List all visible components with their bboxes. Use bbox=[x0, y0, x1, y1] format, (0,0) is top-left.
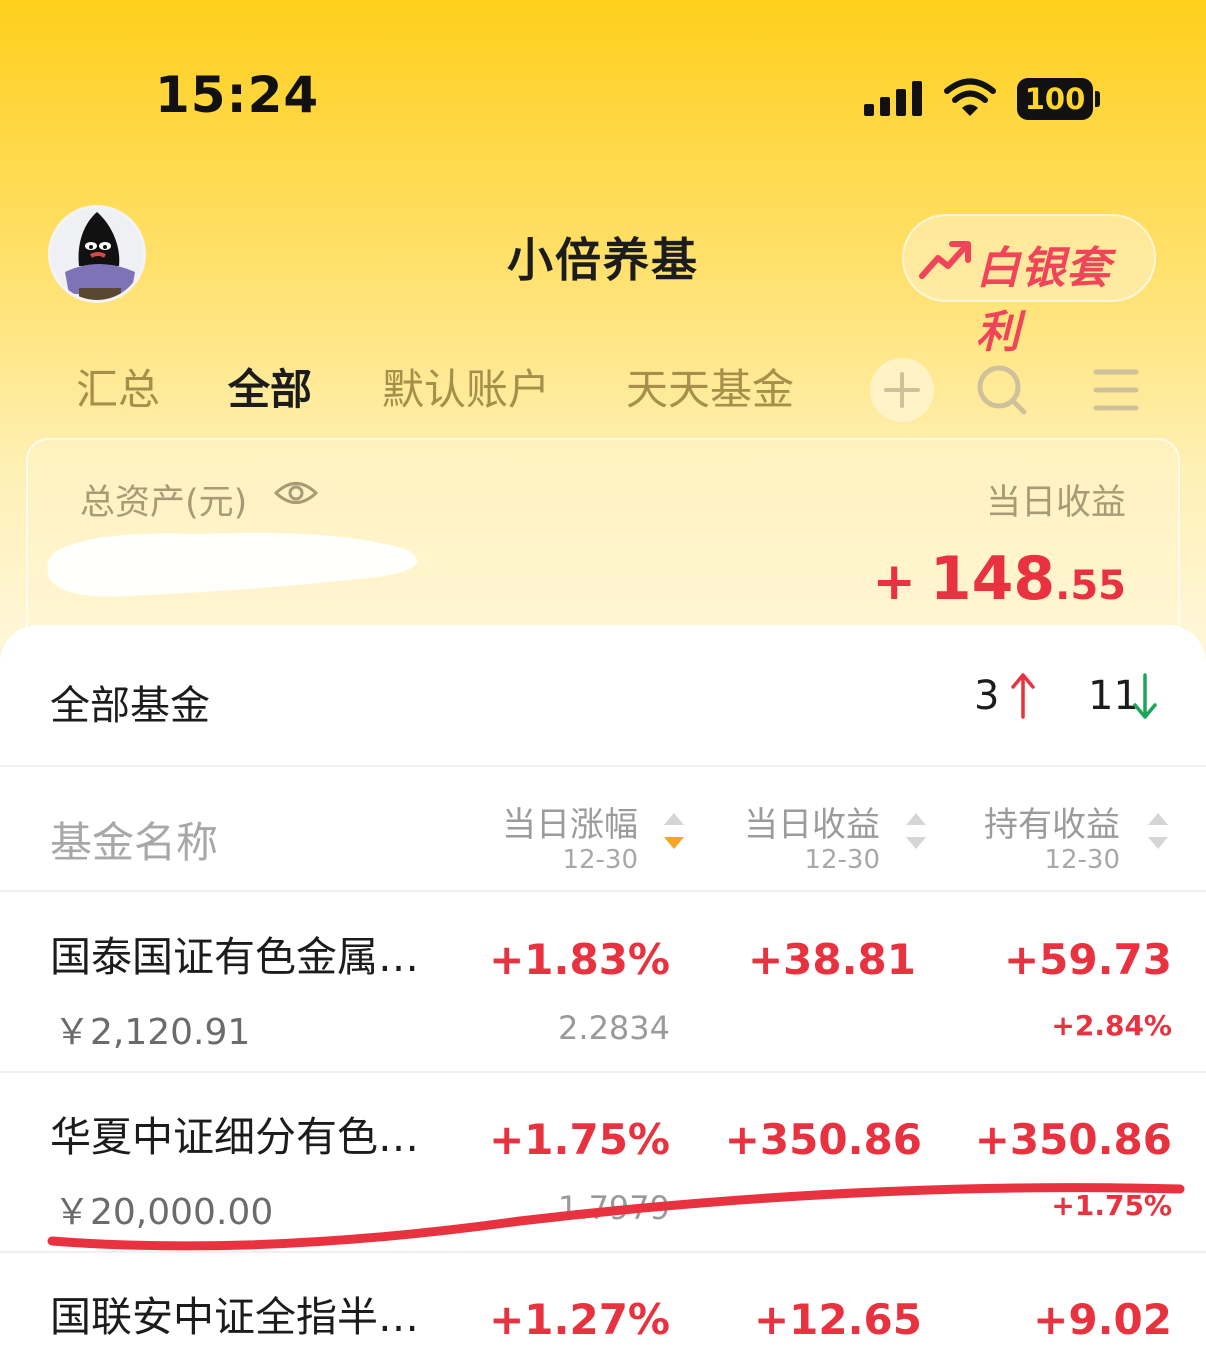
tab-summary[interactable]: 汇总 bbox=[76, 360, 160, 420]
red-underline-annotation bbox=[47, 1183, 1185, 1251]
status-bar: 15:24 100 bbox=[0, 0, 1206, 190]
arrow-up-icon bbox=[1011, 673, 1035, 719]
up-count: 3 bbox=[974, 673, 1000, 719]
menu-icon[interactable] bbox=[1092, 366, 1140, 414]
column-daily-change[interactable]: 当日涨幅 bbox=[470, 797, 638, 846]
tab-all[interactable]: 全部 bbox=[228, 360, 312, 420]
column-holding-profit[interactable]: 持有收益 bbox=[952, 797, 1120, 846]
fund-name: 国联安中证全指半… bbox=[50, 1293, 419, 1341]
daily-change: +1.27% bbox=[489, 1295, 670, 1344]
sort-icon-active[interactable] bbox=[662, 811, 686, 851]
column-holding-profit-date: 12-30 bbox=[1044, 845, 1120, 875]
fund-nav: 2.2834 bbox=[558, 1009, 670, 1047]
redaction-mark bbox=[47, 532, 417, 597]
holding-profit: +350.86 bbox=[974, 1115, 1172, 1164]
column-fund-name: 基金名称 bbox=[50, 818, 219, 867]
fund-name: 国泰国证有色金属… bbox=[50, 933, 419, 981]
battery-tip bbox=[1095, 91, 1100, 107]
wifi-icon bbox=[944, 78, 996, 116]
fund-name: 华夏中证细分有色… bbox=[50, 1113, 419, 1161]
status-time: 15:24 bbox=[155, 66, 320, 124]
daily-change: +1.75% bbox=[489, 1115, 670, 1164]
tab-tiantian-fund[interactable]: 天天基金 bbox=[626, 360, 794, 420]
divider bbox=[0, 890, 1206, 892]
daily-profit: +38.81 bbox=[747, 935, 916, 984]
plus-icon bbox=[884, 372, 920, 408]
tab-default-account[interactable]: 默认账户 bbox=[382, 360, 550, 420]
holding-profit: +59.73 bbox=[1003, 935, 1172, 984]
search-icon[interactable] bbox=[974, 362, 1030, 418]
arrow-down-icon bbox=[1133, 673, 1157, 719]
add-account-button[interactable] bbox=[870, 358, 934, 422]
holding-rate: +2.84% bbox=[1051, 1009, 1172, 1042]
divider bbox=[0, 765, 1206, 767]
sort-icon[interactable] bbox=[1146, 811, 1170, 851]
sort-icon[interactable] bbox=[904, 811, 928, 851]
fund-list-title: 全部基金 bbox=[50, 683, 210, 729]
divider bbox=[0, 1071, 1206, 1073]
trend-up-icon bbox=[919, 241, 971, 279]
daily-change: +1.83% bbox=[489, 935, 670, 984]
fund-list-panel: 全部基金 3 11 基金名称 当日涨幅 12-30 当日收益 12-30 持有收… bbox=[0, 625, 1206, 1365]
daily-profit: +12.65 bbox=[753, 1295, 922, 1344]
promo-label: 白银套利 bbox=[976, 243, 1111, 358]
daily-profit-label: 当日收益 bbox=[985, 483, 1126, 523]
total-assets-label: 总资产(元) bbox=[80, 483, 248, 523]
column-daily-change-date: 12-30 bbox=[562, 845, 638, 875]
daily-profit: +350.86 bbox=[724, 1115, 922, 1164]
holding-rate: +1.75% bbox=[1051, 1189, 1172, 1222]
silver-arbitrage-button[interactable]: 白银套利 bbox=[902, 214, 1156, 358]
fund-amount: ￥20,000.00 bbox=[54, 1192, 274, 1233]
battery-icon: 100 bbox=[1017, 78, 1101, 120]
daily-profit-value: +148.55 bbox=[872, 544, 1126, 614]
fund-nav: 1.7979 bbox=[558, 1189, 670, 1227]
eye-icon[interactable] bbox=[274, 478, 318, 508]
divider bbox=[0, 1251, 1206, 1253]
holding-profit: +9.02 bbox=[1033, 1295, 1172, 1344]
column-daily-profit-date: 12-30 bbox=[804, 845, 880, 875]
column-daily-profit[interactable]: 当日收益 bbox=[712, 797, 880, 846]
profit-dec: .55 bbox=[1055, 563, 1126, 609]
profit-sign: + bbox=[872, 552, 916, 612]
signal-icon bbox=[864, 81, 922, 116]
fund-amount: ￥2,120.91 bbox=[54, 1012, 251, 1053]
profit-int: 148 bbox=[929, 544, 1056, 614]
battery-level: 100 bbox=[1024, 82, 1086, 116]
